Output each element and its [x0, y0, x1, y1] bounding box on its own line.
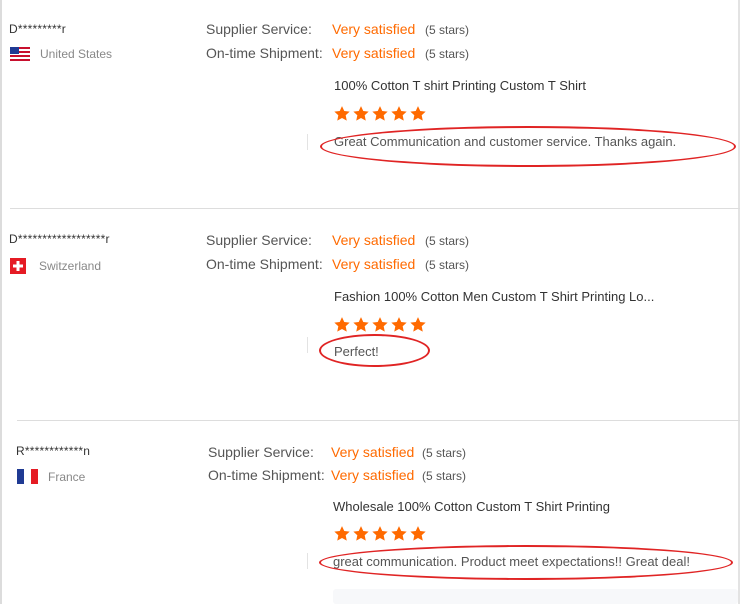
highlight-oval [319, 545, 733, 580]
shipment-label: On-time Shipment: [208, 467, 325, 483]
supplier-service-label: Supplier Service: [208, 444, 314, 460]
fr-flag-icon [17, 469, 38, 484]
product-title[interactable]: Wholesale 100% Cotton Custom T Shirt Pri… [333, 499, 610, 514]
comment-bar [307, 553, 308, 569]
country-name: France [48, 469, 86, 484]
star-icon [410, 526, 426, 541]
reply-box [333, 589, 738, 604]
star-icon [372, 526, 388, 541]
buyer-name: R************n [16, 444, 91, 458]
review-card: R************n France Supplier Service: … [0, 0, 741, 604]
star-icon [353, 526, 369, 541]
supplier-service-value: Very satisfied [331, 444, 415, 460]
star-rating [333, 525, 428, 542]
shipment-stars: (5 stars) [422, 469, 467, 483]
supplier-service-stars: (5 stars) [422, 446, 467, 460]
star-icon [334, 526, 350, 541]
star-icon [391, 526, 407, 541]
shipment-value: Very satisfied [331, 467, 415, 483]
buyer-country: France [17, 469, 85, 484]
